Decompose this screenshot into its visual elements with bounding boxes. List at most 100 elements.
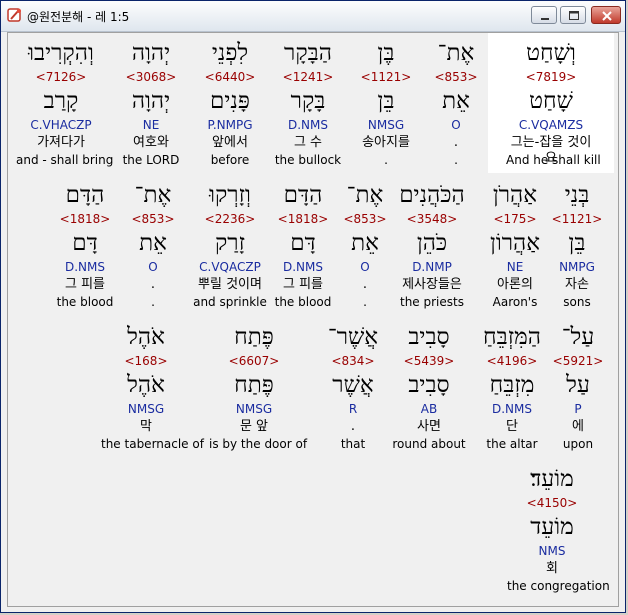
strong-number: <834> (331, 354, 375, 368)
word-column[interactable]: מוֹעֵד׃ <4150> מוֹעֵד NMS 회 the congregation (507, 465, 610, 597)
english-gloss: is by the door of (209, 437, 308, 451)
word-column[interactable]: וְהִקְרִיבוּ <7126> קָרַב C.VHACZP 가져다가 and -… (16, 39, 114, 171)
morphology-code: C.VQACZP (199, 260, 261, 274)
window-title: @원전분해 - 레 1:5 (27, 10, 130, 24)
morphology-code: C.VQAMZS (518, 118, 584, 132)
strong-number: <7126> (35, 70, 87, 84)
strong-number: <3068> (125, 70, 177, 84)
word-column[interactable]: וְשָׁחַט <7819> שָׁחַט C.VQAMZS 그는-잡을 것이요 And… (506, 39, 601, 171)
word-column[interactable]: הַמִּזְבֵּחַ <4196> מִזְבֵּחַ D.NMS 단 the alt… (467, 323, 557, 455)
strong-number: <175> (493, 212, 537, 226)
morphology-code: NMSG (127, 402, 165, 416)
hebrew-word: לִפְנֵי (211, 40, 249, 66)
strong-number: <6607> (228, 354, 280, 368)
word-column[interactable]: הַבָּקָר <1241> בָּקָר D.NMS 그 수 the bullock (263, 39, 353, 171)
strong-number: <4150> (526, 496, 578, 510)
word-column[interactable]: וְזָרְקוּ <2236> זָרַק C.VQACZP 뿌릴 것이며 and sp… (185, 181, 275, 313)
english-gloss: the congregation (507, 579, 610, 593)
korean-gloss: . (350, 419, 356, 434)
interlinear-view[interactable]: וְשָׁחַט <7819> שָׁחַט C.VQAMZS 그는-잡을 것이요 And… (7, 32, 619, 607)
hebrew-lemma: מוֹעֵד (530, 514, 574, 540)
morphology-code: C.VHACZP (30, 118, 92, 132)
strong-number: <168> (124, 354, 168, 368)
korean-gloss: 여호와 (133, 135, 169, 150)
english-gloss: before (210, 153, 250, 167)
hebrew-word: הַמִּזְבֵּחַ (483, 324, 541, 350)
korean-gloss: 뿌릴 것이며 (198, 277, 262, 292)
english-gloss: . (384, 153, 388, 167)
hebrew-lemma: פֶּתַח (234, 372, 274, 398)
korean-gloss: 문 앞 (239, 419, 269, 434)
korean-gloss: 아론의 (497, 277, 533, 292)
morphology-code: NMS (538, 544, 566, 558)
minimize-icon (541, 18, 549, 20)
hebrew-lemma: אַהֲרוֹן (489, 230, 541, 256)
korean-gloss: 송아지를 (362, 135, 410, 150)
korean-gloss: 가져다가 (37, 135, 85, 150)
hebrew-lemma: שָׁחַט (529, 88, 573, 114)
english-gloss: the bullock (274, 153, 342, 167)
morphology-code: P.NMPG (207, 118, 253, 132)
word-column[interactable]: אֹהֶל <168> אֹהֶל NMSG 막 the tabernacle of (101, 323, 204, 455)
hebrew-lemma: קָרַב (43, 88, 79, 114)
hebrew-lemma: אֲשֶׁר (332, 372, 374, 398)
hebrew-word: יְהוָה (131, 40, 171, 66)
app-window: @원전분해 - 레 1:5 וְשָׁחַט <7819> שָׁחַט C.VQAM… (0, 0, 626, 613)
close-button[interactable] (591, 6, 621, 24)
close-icon (602, 11, 612, 21)
english-gloss: the LORD (122, 153, 180, 167)
word-column[interactable]: אֲשֶׁר־ <834> אֲשֶׁר R. that (308, 323, 398, 455)
english-gloss: and sprinkle (193, 295, 267, 309)
word-column[interactable]: אַהֲרֹן <175> אַהֲרוֹן NE 아론의 Aaron's (470, 181, 560, 313)
hebrew-word: אַהֲרֹן (492, 182, 538, 208)
strong-number: <7819> (525, 70, 577, 84)
strong-number: <6440> (204, 70, 256, 84)
korean-gloss: 앞에서 (212, 135, 248, 150)
hebrew-lemma: דָּם (72, 230, 98, 256)
hebrew-word: הַדָּם (65, 182, 105, 208)
title-bar[interactable]: @원전분해 - 레 1:5 (1, 1, 625, 32)
hebrew-lemma: זָרַק (214, 230, 246, 256)
korean-gloss: 막 (140, 419, 152, 434)
word-column[interactable]: פֶּתַח <6607> פֶּתַח NMSG 문 앞 is by the door … (209, 323, 308, 455)
hebrew-lemma: פָּנִים (210, 88, 250, 114)
english-gloss: that (340, 437, 366, 451)
hebrew-lemma: בֵּן (377, 88, 395, 114)
word-column[interactable]: יְהוָה <3068> יְהוָה NE 여호와 the LORD (106, 39, 196, 171)
hebrew-word: הַבָּקָר (284, 40, 332, 66)
morphology-code: R (348, 402, 358, 416)
hebrew-lemma: מִזְבֵּחַ (489, 372, 535, 398)
english-gloss: the altar (486, 437, 538, 451)
word-column[interactable]: בֶּן <1121> בֵּן NMSG 송아지를. (341, 39, 431, 171)
english-gloss: And he shall kill (506, 153, 601, 167)
morphology-code: NE (142, 118, 160, 132)
morphology-code: NE (506, 260, 524, 274)
hebrew-lemma: אֹהֶל (127, 372, 165, 398)
morphology-code: NMSG (367, 118, 405, 132)
minimize-button[interactable] (531, 6, 557, 24)
hebrew-word: וְזָרְקוּ (209, 182, 251, 208)
morphology-code: NMSG (235, 402, 273, 416)
strong-number: <1241> (282, 70, 334, 84)
maximize-button[interactable] (560, 6, 586, 24)
korean-gloss: 회 (546, 561, 558, 576)
word-column[interactable]: לִפְנֵי <6440> פָּנִים P.NMPG 앞에서 before (185, 39, 275, 171)
strong-number: <1121> (360, 70, 412, 84)
hebrew-word: וְהִקְרִיבוּ (28, 40, 94, 66)
hebrew-word: בֶּן (377, 40, 395, 66)
maximize-icon (569, 11, 579, 20)
morphology-code: D.NMS (491, 402, 532, 416)
morphology-code: D.NMS (64, 260, 105, 274)
hebrew-word: וְשָׁחַט (526, 40, 576, 66)
hebrew-lemma: בָּקָר (290, 88, 326, 114)
hebrew-lemma: יְהוָה (131, 88, 171, 114)
strong-number: <4196> (486, 354, 538, 368)
hebrew-word: פֶּתַח (234, 324, 274, 350)
word-column[interactable]: הַדָּם <1818> דָּם D.NMS 그 피를 the blood (40, 181, 130, 313)
app-icon (7, 8, 21, 22)
morphology-code: D.NMS (287, 118, 328, 132)
english-gloss: the tabernacle of (101, 437, 204, 451)
english-gloss: and - shall bring (16, 153, 114, 167)
hebrew-word: אֲשֶׁר־ (327, 324, 379, 350)
korean-gloss: 그 수 (293, 135, 323, 150)
